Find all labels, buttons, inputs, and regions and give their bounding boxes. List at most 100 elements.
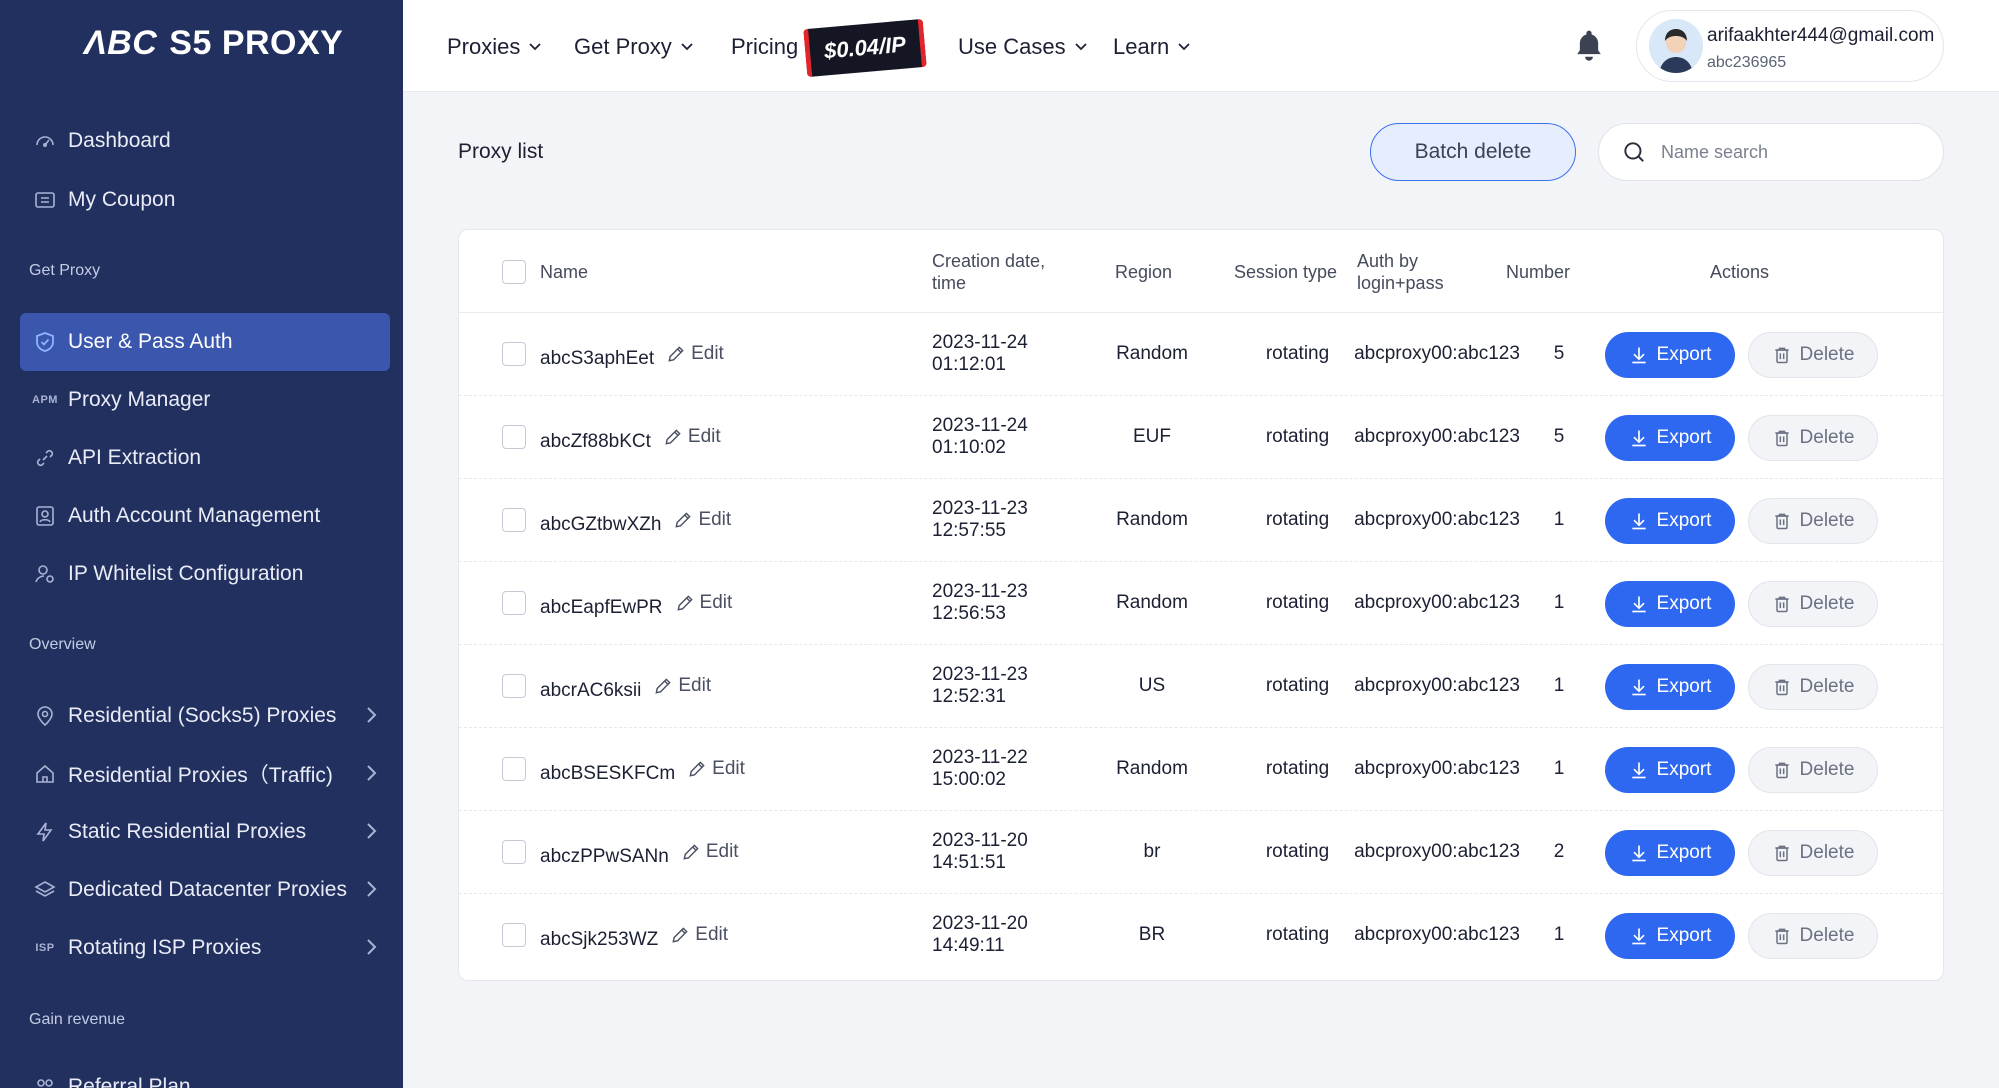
row-checkbox[interactable] xyxy=(502,757,526,781)
trash-icon xyxy=(1774,347,1789,364)
nav-pricing[interactable]: Pricing xyxy=(731,34,798,60)
row-checkbox[interactable] xyxy=(502,425,526,449)
delete-button[interactable]: Delete xyxy=(1748,747,1878,793)
row-checkbox[interactable] xyxy=(502,342,526,366)
edit-button[interactable]: Edit xyxy=(670,924,728,946)
sidebar-item-referral-plan[interactable]: Referral Plan xyxy=(20,1058,390,1088)
brand-logo[interactable]: ΛBC S5 PROXY xyxy=(84,24,343,63)
name-cell: abcEapfEwPR Edit xyxy=(540,592,732,619)
edit-button[interactable]: Edit xyxy=(687,758,745,780)
trash-icon xyxy=(1774,596,1789,613)
row-checkbox[interactable] xyxy=(502,508,526,532)
delete-label: Delete xyxy=(1799,593,1855,614)
number-cell: 1 xyxy=(1553,758,1565,779)
creation-date: 2023-11-24 xyxy=(932,415,1028,436)
sidebar-item-rotating-isp[interactable]: ISP Rotating ISP Proxies xyxy=(20,919,390,977)
region-cell: br xyxy=(1143,841,1161,862)
edit-button[interactable]: Edit xyxy=(673,509,731,531)
sidebar-item-proxy-manager[interactable]: APM Proxy Manager xyxy=(20,371,390,429)
proxy-name: abcEapfEwPR xyxy=(540,597,663,618)
creation-cell: 2023-11-23 12:56:53 xyxy=(932,581,1028,625)
referral-icon xyxy=(32,1074,58,1088)
edit-button[interactable]: Edit xyxy=(666,343,724,365)
export-label: Export xyxy=(1656,510,1712,531)
proxy-name: abcGZtbwXZh xyxy=(540,514,662,535)
select-all-checkbox[interactable] xyxy=(502,260,526,284)
proxy-name: abcSjk253WZ xyxy=(540,929,659,950)
delete-button[interactable]: Delete xyxy=(1748,332,1878,378)
delete-button[interactable]: Delete xyxy=(1748,913,1878,959)
creation-date: 2023-11-20 xyxy=(932,830,1028,851)
bolt-icon xyxy=(32,819,58,845)
delete-label: Delete xyxy=(1799,427,1855,448)
user-gear-icon xyxy=(32,561,58,587)
sidebar-item-label: Residential Proxies（Traffic) xyxy=(68,764,333,787)
edit-button[interactable]: Edit xyxy=(675,592,732,614)
trash-icon xyxy=(1774,679,1789,696)
sidebar-item-user-pass-auth[interactable]: User & Pass Auth xyxy=(20,313,390,371)
isp-icon: ISP xyxy=(35,942,55,954)
export-button[interactable]: Export xyxy=(1605,664,1735,710)
delete-button[interactable]: Delete xyxy=(1748,498,1878,544)
auth-cell: abcproxy00:abc123 xyxy=(1354,758,1520,779)
layers-icon xyxy=(32,877,58,903)
export-button[interactable]: Export xyxy=(1605,830,1735,876)
sidebar-item-api-extraction[interactable]: API Extraction xyxy=(20,429,390,487)
proxy-name: abcBSESKFCm xyxy=(540,763,676,784)
sidebar-item-label: IP Whitelist Configuration xyxy=(68,562,304,585)
edit-button[interactable]: Edit xyxy=(663,426,721,448)
nav-use-cases[interactable]: Use Cases xyxy=(958,34,1088,60)
proxy-name: abczPPwSANn xyxy=(540,846,669,867)
sidebar-item-my-coupon[interactable]: My Coupon xyxy=(20,171,390,229)
name-cell: abcZf88bKCt Edit xyxy=(540,426,721,453)
download-icon xyxy=(1631,928,1646,945)
export-label: Export xyxy=(1656,676,1712,697)
pencil-icon xyxy=(668,346,684,362)
row-checkbox[interactable] xyxy=(502,674,526,698)
export-button[interactable]: Export xyxy=(1605,747,1735,793)
delete-button[interactable]: Delete xyxy=(1748,415,1878,461)
creation-cell: 2023-11-24 01:10:02 xyxy=(932,415,1028,459)
sidebar-item-static-residential[interactable]: Static Residential Proxies xyxy=(20,803,390,861)
table-row: abcSjk253WZ Edit 2023-11-20 14:49:11 BR rotat… xyxy=(459,894,1943,977)
bell-icon[interactable] xyxy=(1573,28,1605,67)
column-header-session: Session type xyxy=(1234,262,1338,282)
sidebar-item-dashboard[interactable]: Dashboard xyxy=(20,112,390,170)
location-pin-icon xyxy=(32,703,58,729)
sidebar-item-residential-socks5[interactable]: Residential (Socks5) Proxies xyxy=(20,687,390,745)
delete-button[interactable]: Delete xyxy=(1748,664,1878,710)
search-input[interactable] xyxy=(1661,141,1911,163)
sidebar-item-dedicated-datacenter[interactable]: Dedicated Datacenter Proxies xyxy=(20,861,390,919)
search-box[interactable] xyxy=(1598,123,1944,181)
nav-learn[interactable]: Learn xyxy=(1113,34,1191,60)
column-header-created-line1: Creation date, xyxy=(932,251,1046,271)
sidebar-item-auth-account-management[interactable]: Auth Account Management xyxy=(20,487,390,545)
export-button[interactable]: Export xyxy=(1605,332,1735,378)
nav-get-proxy[interactable]: Get Proxy xyxy=(574,34,694,60)
row-checkbox[interactable] xyxy=(502,591,526,615)
trash-icon xyxy=(1774,762,1789,779)
pencil-icon xyxy=(672,927,688,943)
nav-label: Proxies xyxy=(447,34,521,59)
creation-time: 12:57:55 xyxy=(932,520,1006,541)
edit-button[interactable]: Edit xyxy=(653,675,711,697)
nav-proxies[interactable]: Proxies xyxy=(447,34,542,60)
export-button[interactable]: Export xyxy=(1605,498,1735,544)
sidebar-item-ip-whitelist[interactable]: IP Whitelist Configuration xyxy=(20,545,390,603)
creation-time: 12:56:53 xyxy=(932,603,1006,624)
number-cell: 1 xyxy=(1553,592,1565,613)
pencil-icon xyxy=(675,512,692,528)
row-checkbox[interactable] xyxy=(502,923,526,947)
export-button[interactable]: Export xyxy=(1605,415,1735,461)
sidebar-item-residential-traffic[interactable]: Residential Proxies（Traffic) xyxy=(20,745,390,803)
column-header-actions: Actions xyxy=(1710,262,1770,282)
batch-delete-button[interactable]: Batch delete xyxy=(1370,123,1576,181)
export-button[interactable]: Export xyxy=(1605,581,1735,627)
user-profile-card[interactable]: arifaakhter444@gmail.com abc236965 xyxy=(1636,10,1944,82)
sidebar-item-label: My Coupon xyxy=(68,188,176,211)
row-checkbox[interactable] xyxy=(502,840,526,864)
edit-button[interactable]: Edit xyxy=(681,841,739,863)
export-button[interactable]: Export xyxy=(1605,913,1735,959)
delete-button[interactable]: Delete xyxy=(1748,830,1878,876)
delete-button[interactable]: Delete xyxy=(1748,581,1878,627)
